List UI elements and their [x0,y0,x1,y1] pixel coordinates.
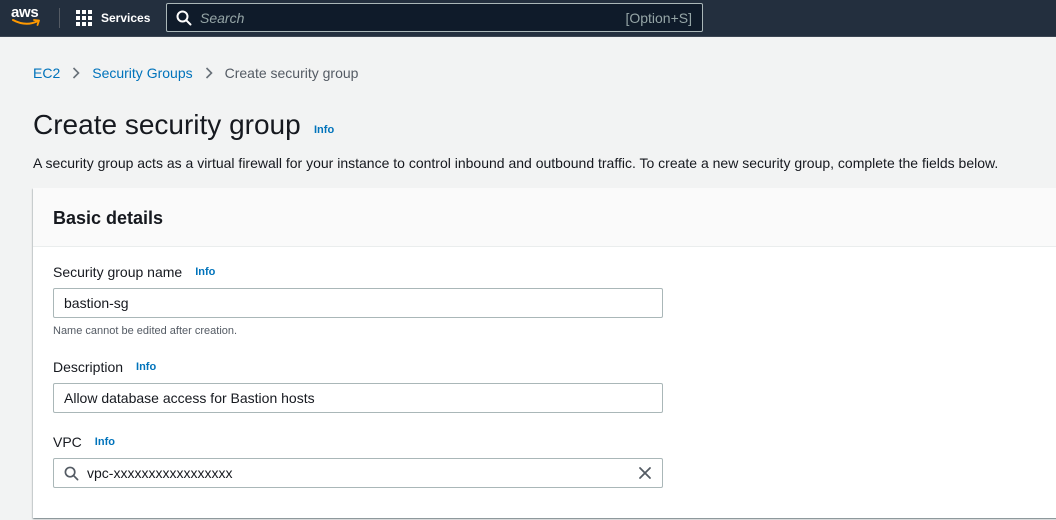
description-label-row: Description Info [53,359,156,375]
services-menu-button[interactable]: Services [76,9,150,27]
vpc-label-row: VPC Info [53,434,115,450]
breadcrumb-ec2[interactable]: EC2 [33,65,60,81]
security-group-name-label: Security group name [53,264,183,280]
description-label: Description [53,359,124,375]
chevron-right-icon [72,67,80,79]
top-navigation: aws Services [Option+S] [0,0,1056,37]
vpc-input[interactable] [87,465,630,481]
security-group-name-label-row: Security group name Info [53,264,215,280]
breadcrumb: EC2 Security Groups Create security grou… [33,64,358,82]
aws-logo[interactable]: aws [10,4,46,30]
search-shortcut-hint: [Option+S] [625,9,692,26]
nav-divider [59,8,60,28]
panel-header: Basic details [33,188,1056,247]
security-group-name-info-link[interactable]: Info [195,266,215,278]
breadcrumb-current: Create security group [224,65,359,81]
grid-icon [76,10,92,26]
vpc-autosuggest[interactable] [53,458,663,488]
global-search[interactable]: [Option+S] [166,3,703,32]
page-description: A security group acts as a virtual firew… [33,155,999,171]
services-label: Services [101,11,151,25]
search-input[interactable] [200,9,626,26]
vpc-info-link[interactable]: Info [95,436,115,448]
search-icon [176,10,192,25]
breadcrumb-security-groups[interactable]: Security Groups [92,65,192,81]
description-info-link[interactable]: Info [136,361,156,373]
page-info-link[interactable]: Info [314,124,334,136]
description-input[interactable] [53,383,663,413]
aws-smile-icon [12,19,40,26]
search-icon [64,466,79,481]
basic-details-panel: Basic details Security group name Info N… [33,188,1056,518]
chevron-right-icon [205,67,213,79]
name-constraint-text: Name cannot be edited after creation. [53,325,238,337]
page-title: Create security group [33,109,301,140]
vpc-label: VPC [53,434,82,450]
panel-title: Basic details [53,208,164,228]
close-icon [639,467,651,479]
vpc-clear-button[interactable] [630,459,660,487]
security-group-name-input[interactable] [53,288,663,318]
